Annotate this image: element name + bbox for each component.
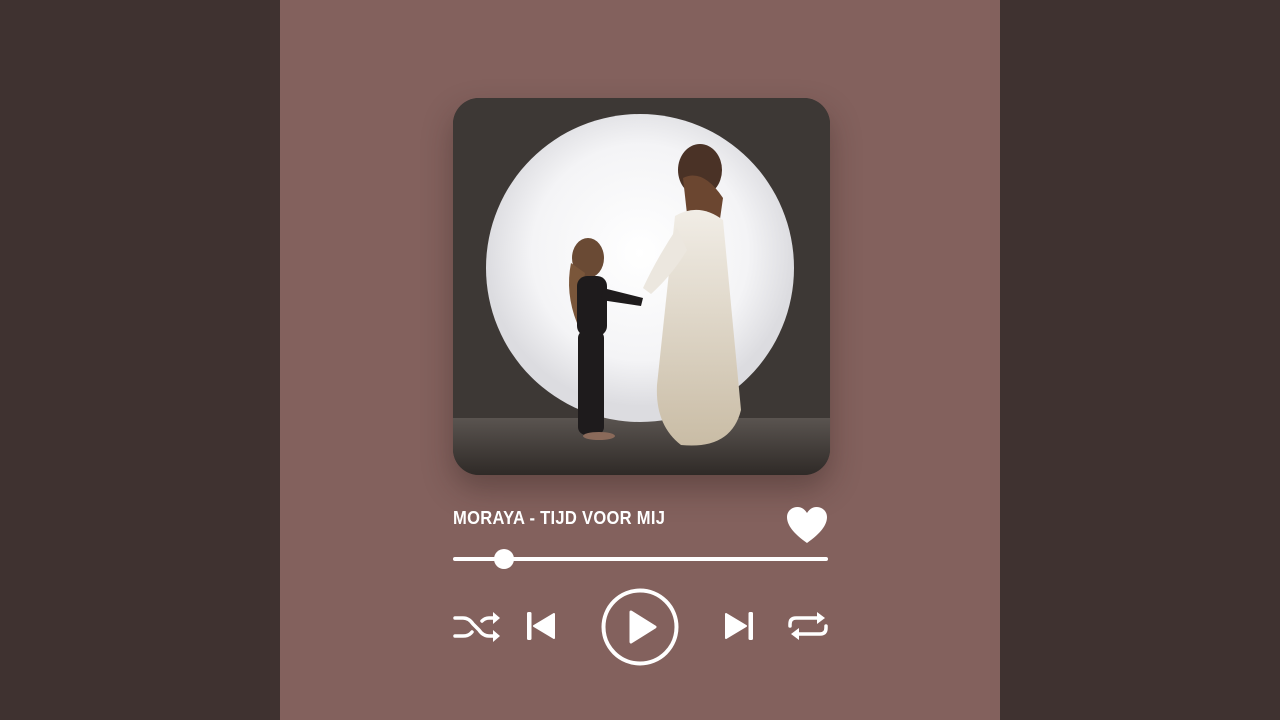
album-cover: [453, 98, 830, 475]
play-button[interactable]: [600, 587, 680, 667]
skip-next-icon: [725, 612, 753, 640]
player-panel: MORAYA - TIJD VOOR MIJ: [280, 0, 1000, 720]
repeat-button[interactable]: [786, 610, 830, 642]
repeat-icon: [788, 612, 828, 640]
next-button[interactable]: [724, 611, 754, 641]
progress-thumb[interactable]: [493, 549, 514, 569]
like-button[interactable]: [785, 505, 829, 545]
album-cover-image: [453, 98, 830, 475]
skip-previous-icon: [527, 612, 555, 640]
track-title: MORAYA - TIJD VOOR MIJ: [453, 508, 666, 528]
progress-bar[interactable]: [453, 549, 828, 569]
heart-icon: [787, 507, 827, 543]
play-icon: [601, 588, 679, 666]
shuffle-icon: [453, 612, 500, 642]
shuffle-button[interactable]: [453, 610, 501, 642]
previous-button[interactable]: [526, 611, 556, 641]
